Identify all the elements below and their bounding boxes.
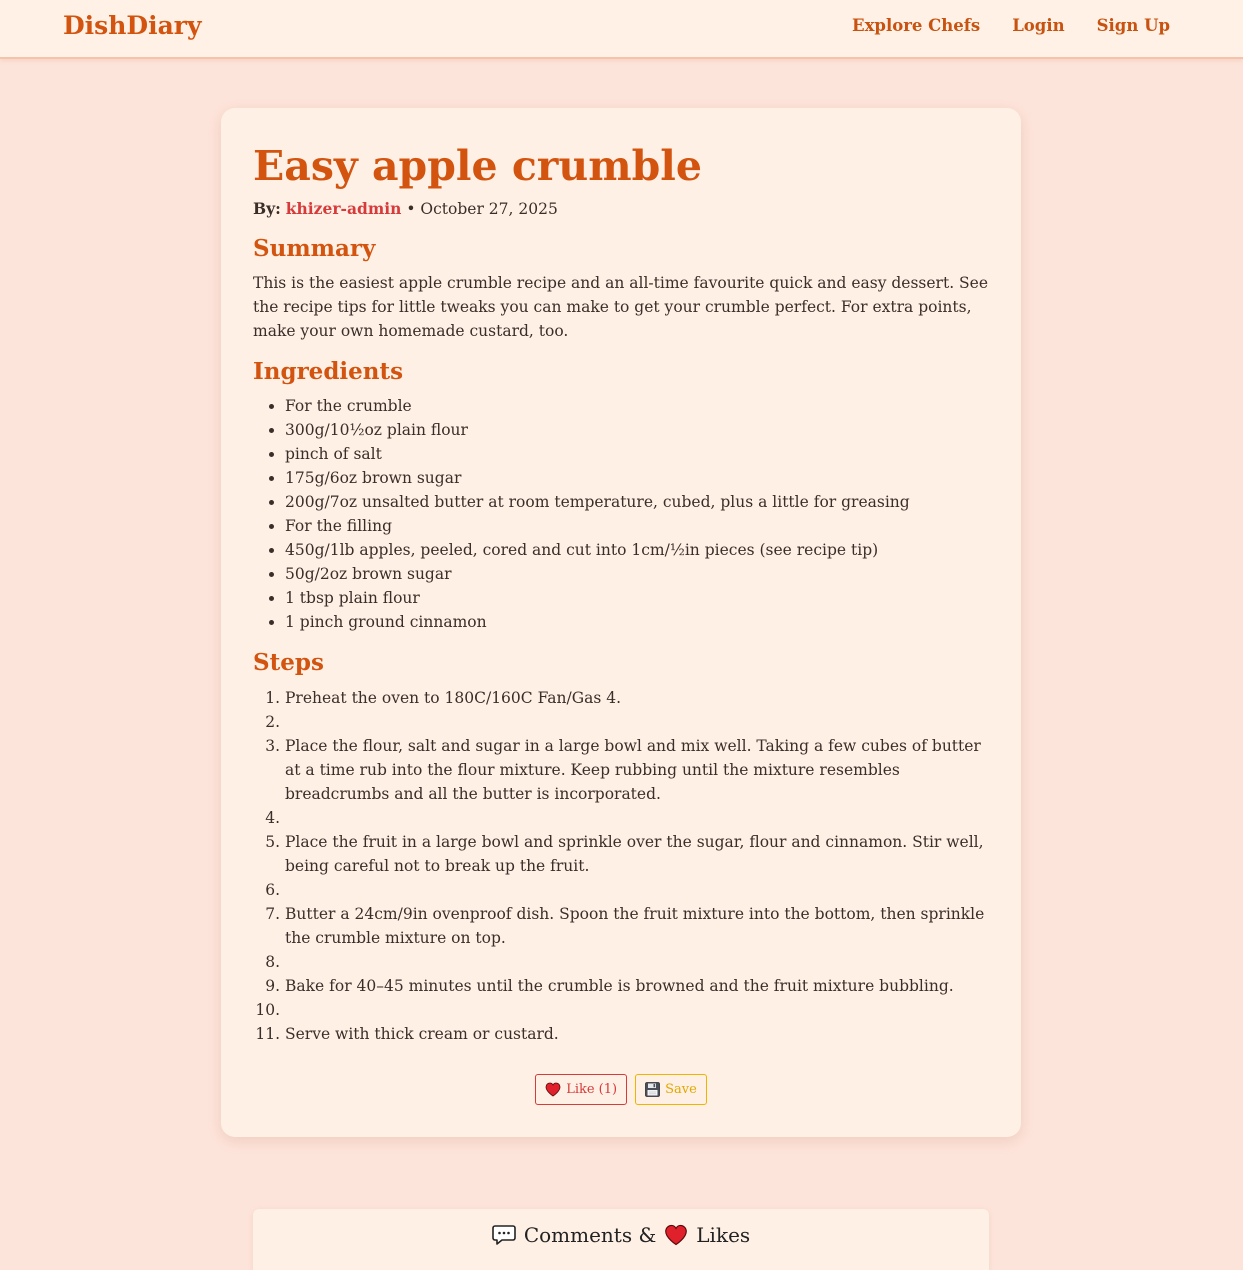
- ingredient-item: For the filling: [285, 514, 989, 538]
- summary-text: This is the easiest apple crumble recipe…: [253, 274, 989, 340]
- ingredient-item: 450g/1lb apples, peeled, cored and cut i…: [285, 538, 989, 562]
- ingredient-item: pinch of salt: [285, 442, 989, 466]
- comments-heading: Comments & Likes: [253, 1223, 989, 1247]
- speech-bubble-icon: [492, 1225, 516, 1245]
- brand-logo[interactable]: DishDiary: [63, 11, 202, 40]
- step-item: Place the flour, salt and sugar in a lar…: [285, 734, 989, 806]
- ingredients-heading: Ingredients: [253, 358, 404, 385]
- author-link[interactable]: khizer-admin: [286, 199, 402, 218]
- step-item: [285, 710, 989, 734]
- steps-heading: Steps: [253, 649, 324, 676]
- ingredient-item: 300g/10½oz plain flour: [285, 418, 989, 442]
- nav-link-sign-up[interactable]: Sign Up: [1097, 16, 1170, 35]
- save-button[interactable]: Save: [635, 1074, 707, 1105]
- step-item: Bake for 40–45 minutes until the crumble…: [285, 974, 989, 998]
- nav-link-explore-chefs[interactable]: Explore Chefs: [852, 16, 980, 35]
- nav-links: Explore Chefs Login Sign Up: [852, 16, 1170, 35]
- by-label: By:: [253, 199, 281, 218]
- likes-heading-text: Likes: [696, 1223, 751, 1247]
- like-button[interactable]: Like (1): [535, 1074, 628, 1105]
- step-item: [285, 806, 989, 830]
- steps-list: Preheat the oven to 180C/160C Fan/Gas 4.…: [253, 686, 989, 1046]
- summary-heading: Summary: [253, 235, 376, 262]
- step-item: Preheat the oven to 180C/160C Fan/Gas 4.: [285, 686, 989, 710]
- ingredient-item: 50g/2oz brown sugar: [285, 562, 989, 586]
- ingredient-item: 1 tbsp plain flour: [285, 586, 989, 610]
- step-item: Place the fruit in a large bowl and spri…: [285, 830, 989, 878]
- step-item: Butter a 24cm/9in ovenproof dish. Spoon …: [285, 902, 989, 950]
- save-label: Save: [665, 1082, 697, 1097]
- heart-icon: [545, 1082, 561, 1097]
- floppy-disk-icon: [645, 1082, 661, 1097]
- step-item: [285, 950, 989, 974]
- recipe-date: • October 27, 2025: [406, 200, 558, 218]
- comments-heading-text: Comments &: [523, 1223, 657, 1247]
- ingredient-item: 1 pinch ground cinnamon: [285, 610, 989, 634]
- ingredient-item: For the crumble: [285, 394, 989, 418]
- step-item: Serve with thick cream or custard.: [285, 1022, 989, 1046]
- comments-section: Comments & Likes: [253, 1209, 989, 1270]
- step-item: [285, 878, 989, 902]
- recipe-card: Easy apple crumble By: khizer-admin • Oc…: [221, 108, 1021, 1137]
- nav-link-login[interactable]: Login: [1012, 16, 1064, 35]
- recipe-title: Easy apple crumble: [253, 142, 702, 190]
- heart-icon: [665, 1224, 688, 1246]
- ingredient-item: 200g/7oz unsalted butter at room tempera…: [285, 490, 989, 514]
- navbar: DishDiary Explore Chefs Login Sign Up: [0, 0, 1243, 59]
- like-label: Like (1): [566, 1082, 618, 1097]
- step-item: [285, 998, 989, 1022]
- recipe-meta: By: khizer-admin • October 27, 2025: [253, 198, 989, 220]
- recipe-actions: Like (1) Save: [221, 1074, 1021, 1105]
- ingredient-item: 175g/6oz brown sugar: [285, 466, 989, 490]
- ingredients-list: For the crumble 300g/10½oz plain flour p…: [253, 394, 989, 634]
